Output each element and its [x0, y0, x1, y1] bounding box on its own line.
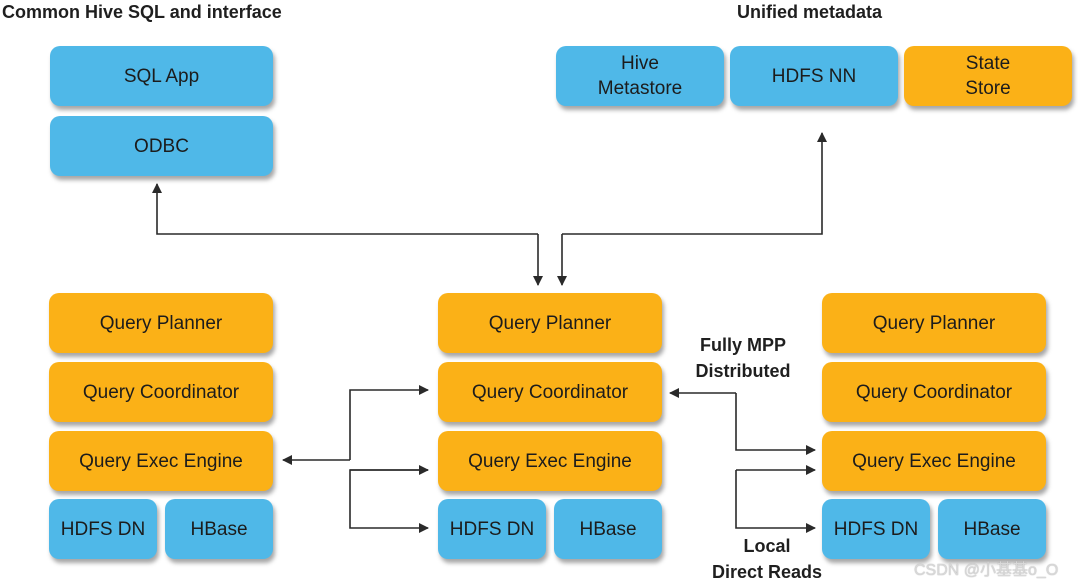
- watermark-text: CSDN @小基基o_O: [914, 562, 1059, 579]
- arrow-to-right-exec-a: [735, 393, 816, 455]
- arrow-to-hdfs-nn: [562, 132, 827, 235]
- arrow-to-center-coordinator-left: [349, 385, 429, 460]
- arrow-to-center-exec-left: [349, 469, 429, 533]
- arrow-to-right-hdfs-dn: [735, 470, 816, 533]
- arrow-to-odbc: [152, 183, 538, 235]
- connector-arrows: [152, 132, 827, 533]
